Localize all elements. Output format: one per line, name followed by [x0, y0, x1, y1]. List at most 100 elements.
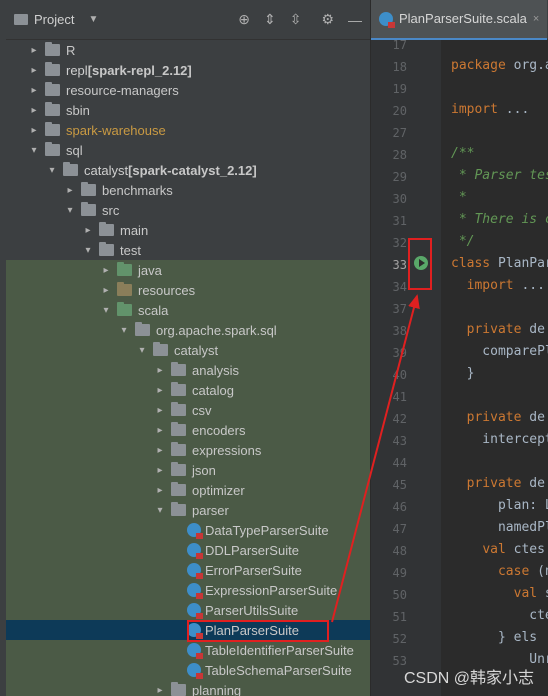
tree-item[interactable]: ErrorParserSuite — [6, 560, 370, 580]
folder-icon — [99, 242, 114, 256]
tree-item[interactable]: ▸ java — [6, 260, 370, 280]
tree-item[interactable]: ▸ spark-warehouse — [6, 120, 370, 140]
tab-planparsersuite[interactable]: PlanParserSuite.scala × — [371, 0, 548, 40]
code-line: import ... — [466, 278, 545, 293]
chevron-down-icon[interactable]: ▼ — [88, 14, 98, 25]
tree-item[interactable]: ▾ sql — [6, 140, 370, 160]
scala-file-icon — [187, 603, 203, 619]
chevron-down-icon[interactable]: ▾ — [28, 145, 40, 156]
tree-item[interactable]: ▾ catalyst [spark-catalyst_2.12] — [6, 160, 370, 180]
tree-item-label: catalyst — [84, 162, 129, 178]
line-number: 50 — [392, 588, 407, 602]
tree-item[interactable]: ▾ test — [6, 240, 370, 260]
tree-item[interactable]: TableSchemaParserSuite — [6, 660, 370, 680]
target-icon[interactable]: ⊕ — [238, 11, 250, 28]
folder-icon — [45, 122, 60, 136]
chevron-down-icon[interactable]: ▾ — [64, 205, 76, 216]
tree-item[interactable]: ▸ benchmarks — [6, 180, 370, 200]
tree-item-label: resource-managers — [66, 82, 179, 98]
tree-item-label: catalyst — [174, 342, 219, 358]
tree-item-label: R — [66, 42, 76, 58]
tree-item[interactable]: ▾ parser — [6, 500, 370, 520]
tree-item[interactable]: ▸ json — [6, 460, 370, 480]
chevron-right-icon[interactable]: ▸ — [154, 685, 166, 696]
tree-item[interactable]: ▾ scala — [6, 300, 370, 320]
chevron-down-icon[interactable]: ▾ — [136, 345, 148, 356]
code-line: namedPl — [451, 520, 548, 535]
tree-item[interactable]: TableIdentifierParserSuite — [6, 640, 370, 660]
tree-item[interactable]: ▸ csv — [6, 400, 370, 420]
chevron-down-icon[interactable]: ▾ — [100, 305, 112, 316]
tree-item[interactable]: ▸ sbin — [6, 100, 370, 120]
project-view-selector[interactable]: Project ▼ — [14, 12, 98, 27]
tree-item[interactable]: ▸ planning — [6, 680, 370, 696]
scala-file-icon — [187, 523, 203, 539]
line-number: 51 — [392, 610, 407, 624]
line-number: 45 — [392, 478, 407, 492]
chevron-right-icon[interactable]: ▸ — [28, 65, 40, 76]
code-line: comparePl — [451, 344, 548, 359]
package-icon — [171, 482, 186, 496]
chevron-down-icon[interactable]: ▾ — [46, 165, 58, 176]
chevron-right-icon[interactable]: ▸ — [154, 385, 166, 396]
tree-item-label: DataTypeParserSuite — [205, 522, 329, 538]
scala-file-icon — [187, 543, 203, 559]
tree-item[interactable]: ▸ optimizer — [6, 480, 370, 500]
chevron-right-icon[interactable]: ▸ — [28, 125, 40, 136]
tree-item-label: sbin — [66, 102, 90, 118]
line-number: 49 — [392, 566, 407, 580]
tree-item[interactable]: ▸ encoders — [6, 420, 370, 440]
tree-item[interactable]: ParserUtilsSuite — [6, 600, 370, 620]
chevron-right-icon[interactable]: ▸ — [154, 365, 166, 376]
tree-item[interactable]: ▾ src — [6, 200, 370, 220]
chevron-down-icon[interactable]: ▾ — [82, 245, 94, 256]
tree-item[interactable]: ▸ resource-managers — [6, 80, 370, 100]
chevron-right-icon[interactable]: ▸ — [82, 225, 94, 236]
tree-item[interactable]: ▸ R — [6, 40, 370, 60]
chevron-right-icon[interactable]: ▸ — [28, 45, 40, 56]
tree-item[interactable]: ▸ resources — [6, 280, 370, 300]
tree-item[interactable]: DataTypeParserSuite — [6, 520, 370, 540]
line-number: 20 — [392, 104, 407, 118]
chevron-right-icon[interactable]: ▸ — [154, 405, 166, 416]
code-line: case (n — [497, 564, 548, 579]
collapse-all-icon[interactable]: ⇳ — [290, 11, 302, 28]
tree-item-label: optimizer — [192, 482, 245, 498]
line-number: 43 — [392, 434, 407, 448]
tree-item[interactable]: ExpressionParserSuite — [6, 580, 370, 600]
tree-item[interactable]: ▸ main — [6, 220, 370, 240]
code-line: * — [451, 190, 467, 205]
chevron-down-icon[interactable]: ▾ — [154, 505, 166, 516]
tree-item[interactable]: DDLParserSuite — [6, 540, 370, 560]
tree-item-label: ParserUtilsSuite — [205, 602, 299, 618]
tree-item[interactable]: ▸ repl [spark-repl_2.12] — [6, 60, 370, 80]
folder-icon — [81, 182, 96, 196]
code-line: private de — [466, 410, 545, 425]
chevron-right-icon[interactable]: ▸ — [154, 425, 166, 436]
chevron-right-icon[interactable]: ▸ — [154, 485, 166, 496]
tree-item[interactable]: ▾ org.apache.spark.sql — [6, 320, 370, 340]
chevron-right-icon[interactable]: ▸ — [28, 105, 40, 116]
chevron-right-icon[interactable]: ▸ — [154, 465, 166, 476]
hide-icon[interactable]: — — [348, 12, 362, 28]
scala-file-icon — [187, 563, 203, 579]
tree-item[interactable]: ▸ analysis — [6, 360, 370, 380]
editor-gutter: 17 18 19 20 27 28 29 30 31 32 33 34 37 38 39 40 41 42 43 44… — [371, 38, 441, 696]
chevron-right-icon[interactable]: ▸ — [154, 445, 166, 456]
folder-icon — [45, 82, 60, 96]
gear-icon[interactable]: ⚙ — [321, 11, 334, 28]
chevron-down-icon[interactable]: ▾ — [118, 325, 130, 336]
chevron-right-icon[interactable]: ▸ — [64, 185, 76, 196]
scala-file-icon — [187, 663, 203, 679]
project-panel: ▸python▸R▸repl [spark-repl_2.12]▸resourc… — [6, 0, 370, 696]
close-icon[interactable]: × — [533, 13, 539, 25]
line-number: 44 — [392, 456, 407, 470]
chevron-right-icon[interactable]: ▸ — [28, 85, 40, 96]
tree-item[interactable]: ▸ catalog — [6, 380, 370, 400]
chevron-right-icon[interactable]: ▸ — [100, 285, 112, 296]
chevron-right-icon[interactable]: ▸ — [100, 265, 112, 276]
tree-item[interactable]: ▸ expressions — [6, 440, 370, 460]
tree-item[interactable]: ▾ catalyst — [6, 340, 370, 360]
expand-all-icon[interactable]: ⇕ — [264, 11, 276, 28]
line-number: 52 — [392, 632, 407, 646]
